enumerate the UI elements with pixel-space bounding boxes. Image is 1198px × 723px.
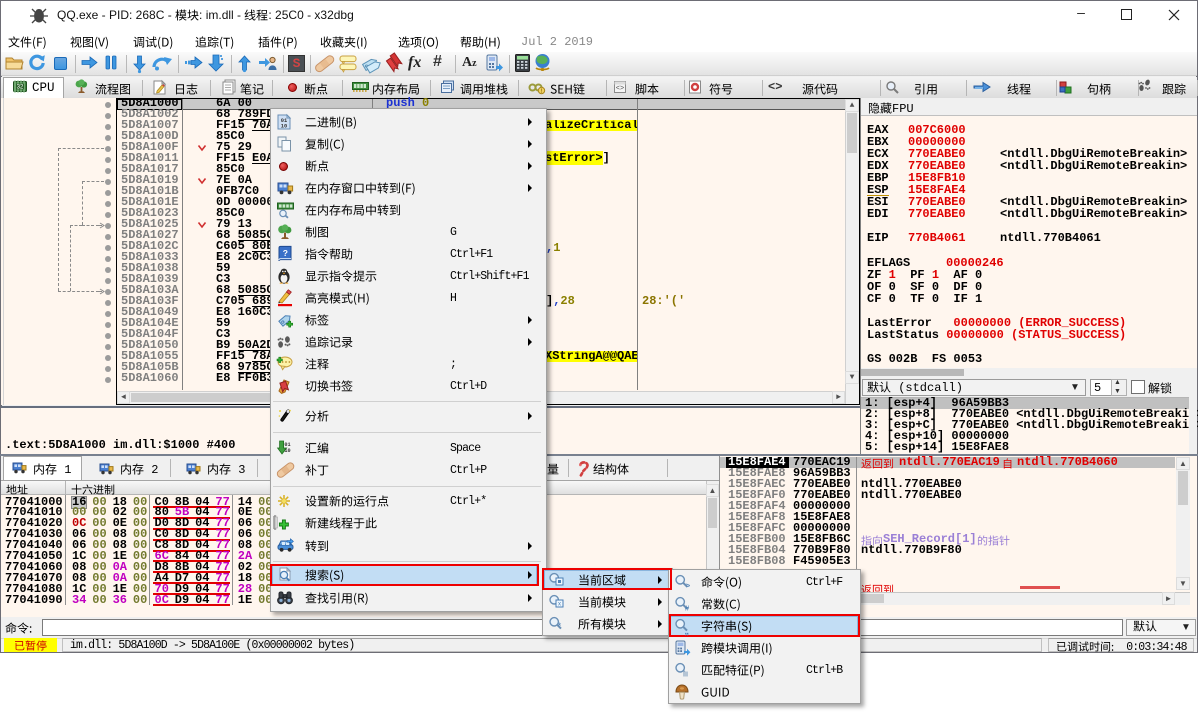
- svg-text:!: !: [541, 88, 543, 95]
- svg-text:>: >: [686, 583, 690, 590]
- svg-text:„: „: [685, 626, 690, 636]
- svg-text:10: 10: [284, 448, 290, 454]
- svg-text:<>: <>: [616, 85, 624, 93]
- svg-text:x: x: [558, 601, 561, 607]
- svg-text:?: ?: [283, 248, 288, 258]
- svg-text:10: 10: [281, 123, 287, 129]
- svg-text:#: #: [685, 603, 690, 612]
- svg-text:*: *: [558, 621, 562, 631]
- svg-text:32: 32: [17, 85, 24, 91]
